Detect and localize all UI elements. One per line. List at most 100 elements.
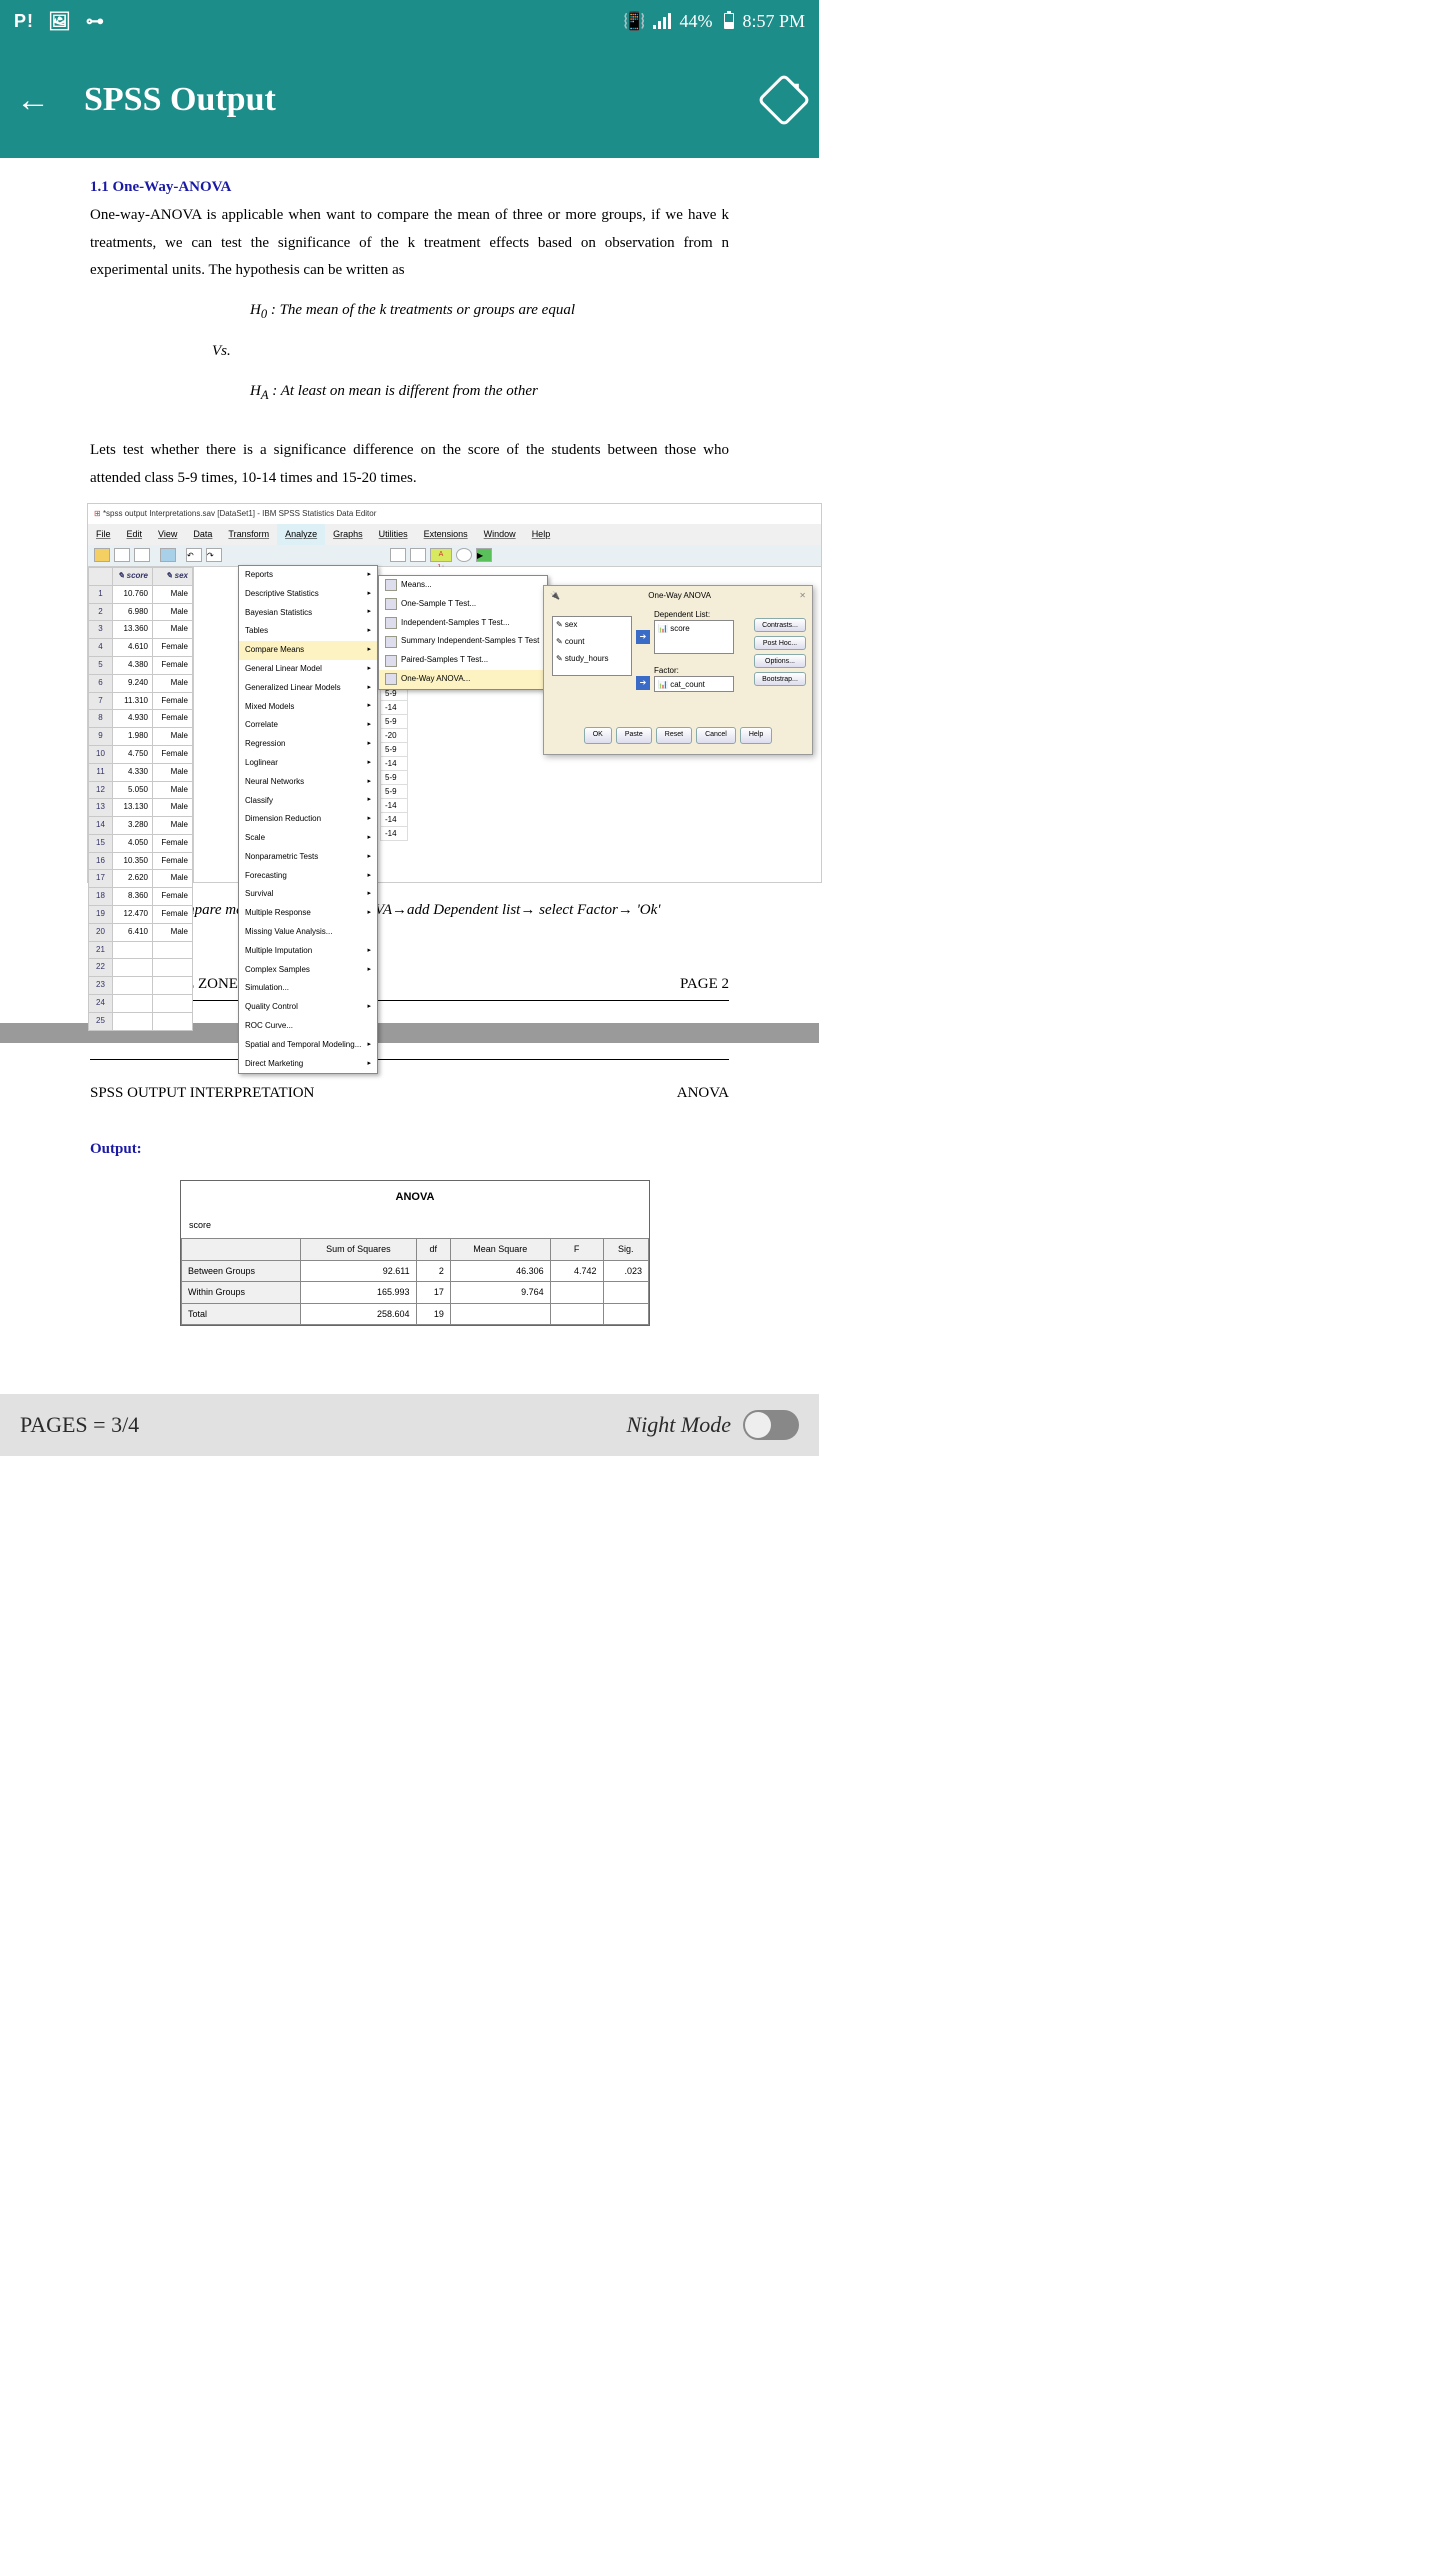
dialog-title: One-Way ANOVA✕	[544, 586, 812, 607]
amenu-item[interactable]: Simulation...	[239, 979, 377, 998]
night-mode-group: Night Mode	[627, 1410, 800, 1440]
dialog-bottom-buttons: OKPasteResetCancelHelp	[544, 727, 812, 744]
footer-right: PAGE 2	[680, 971, 729, 999]
page2-header: SPSS OUTPUT INTERPRETATIONANOVA	[90, 1080, 729, 1108]
back-button[interactable]: ←	[16, 81, 50, 120]
amenu-item[interactable]: Regression	[239, 735, 377, 754]
amenu-item[interactable]: Direct Marketing	[239, 1055, 377, 1074]
hypothesis-h0: H0 : The mean of the k treatments or gro…	[250, 297, 729, 326]
hypothesis-vs: Vs.	[212, 338, 729, 366]
anova-table: ANOVA score Sum of SquaresdfMean SquareF…	[180, 1180, 650, 1327]
night-mode-toggle[interactable]	[743, 1410, 799, 1440]
move-to-dep-button[interactable]: ➔	[636, 630, 650, 644]
menu-utilities[interactable]: Utilities	[371, 524, 416, 545]
battery-pct: 44%	[679, 11, 712, 32]
output-heading: Output:	[90, 1136, 729, 1164]
amenu-item[interactable]: Survival	[239, 885, 377, 904]
amenu-item[interactable]: Reports	[239, 566, 377, 585]
amenu-item[interactable]: Multiple Imputation	[239, 942, 377, 961]
app-bar: ← SPSS Output	[0, 42, 819, 158]
submenu-item[interactable]: One-Way ANOVA...	[379, 670, 547, 689]
submenu-item[interactable]: Summary Independent-Samples T Test	[379, 632, 547, 651]
ok-button[interactable]: OK	[584, 727, 612, 744]
amenu-item[interactable]: Complex Samples	[239, 961, 377, 980]
spss-body: ✎ score✎ sex110.760Male26.980Male313.360…	[88, 567, 821, 882]
variable-list[interactable]: ✎ sex✎ count✎ study_hours	[552, 616, 632, 676]
battery-icon	[724, 13, 734, 29]
options-button[interactable]: Options...	[754, 654, 806, 668]
reset-button[interactable]: Reset	[656, 727, 692, 744]
amenu-item[interactable]: Spatial and Temporal Modeling...	[239, 1036, 377, 1055]
menu-help[interactable]: Help	[524, 524, 559, 545]
amenu-item[interactable]: Loglinear	[239, 754, 377, 773]
amenu-item[interactable]: Compare Means	[239, 641, 377, 660]
factor-box[interactable]: 📊 cat_count	[654, 676, 734, 692]
menu-analyze[interactable]: Analyze	[277, 524, 325, 545]
menu-data[interactable]: Data	[185, 524, 220, 545]
close-icon[interactable]: ✕	[799, 589, 806, 604]
hypothesis-ha: HA : At least on mean is different from …	[250, 378, 729, 407]
dependent-list-box[interactable]: 📊 score	[654, 620, 734, 654]
amenu-item[interactable]: Dimension Reduction	[239, 810, 377, 829]
amenu-item[interactable]: Mixed Models	[239, 698, 377, 717]
menu-view[interactable]: View	[150, 524, 185, 545]
help-button[interactable]: Help	[740, 727, 772, 744]
p-icon: P!	[14, 11, 34, 32]
spss-toolbar: ↶↷ A1↓ ▶	[88, 545, 821, 567]
analyze-menu: ReportsDescriptive StatisticsBayesian St…	[238, 565, 378, 1075]
menu-extensions[interactable]: Extensions	[416, 524, 476, 545]
amenu-item[interactable]: General Linear Model	[239, 660, 377, 679]
amenu-item[interactable]: Multiple Response	[239, 904, 377, 923]
navigation-path: Analyze→ Compare means →Onw-way-ANOVA→ad…	[100, 897, 729, 925]
paragraph-2: Lets test whether there is a significanc…	[90, 437, 729, 493]
signal-icon	[653, 13, 671, 29]
move-to-factor-button[interactable]: ➔	[636, 676, 650, 690]
amenu-item[interactable]: Nonparametric Tests	[239, 848, 377, 867]
spss-data-grid: ✎ score✎ sex110.760Male26.980Male313.360…	[88, 567, 194, 882]
amenu-item[interactable]: ROC Curve...	[239, 1017, 377, 1036]
menu-graphs[interactable]: Graphs	[325, 524, 371, 545]
spss-window-title: *spss output Interpretations.sav [DataSe…	[88, 504, 821, 525]
menu-window[interactable]: Window	[476, 524, 524, 545]
amenu-item[interactable]: Bayesian Statistics	[239, 604, 377, 623]
clock: 8:57 PM	[742, 11, 805, 32]
amenu-item[interactable]: Classify	[239, 792, 377, 811]
vibrate-icon: 📳	[623, 11, 645, 32]
section-heading: 1.1 One-Way-ANOVA	[90, 174, 729, 202]
menu-edit[interactable]: Edit	[119, 524, 151, 545]
spss-menubar: FileEditViewDataTransformAnalyzeGraphsUt…	[88, 524, 821, 545]
menu-transform[interactable]: Transform	[220, 524, 277, 545]
menu-file[interactable]: File	[88, 524, 119, 545]
status-left: P! 🖼 ⊶	[14, 11, 105, 32]
submenu-item[interactable]: Paired-Samples T Test...	[379, 651, 547, 670]
amenu-item[interactable]: Tables	[239, 622, 377, 641]
amenu-item[interactable]: Scale	[239, 829, 377, 848]
submenu-item[interactable]: Independent-Samples T Test...	[379, 614, 547, 633]
amenu-item[interactable]: Forecasting	[239, 867, 377, 886]
bottom-bar: PAGES = 3/4 Night Mode	[0, 1394, 819, 1456]
cancel-button[interactable]: Cancel	[696, 727, 736, 744]
amenu-item[interactable]: Descriptive Statistics	[239, 585, 377, 604]
key-icon: ⊶	[86, 11, 105, 32]
status-bar: P! 🖼 ⊶ 📳 44% 8:57 PM	[0, 0, 819, 42]
submenu-item[interactable]: Means...	[379, 576, 547, 595]
compare-means-submenu: Means...One-Sample T Test...Independent-…	[378, 575, 548, 690]
amenu-item[interactable]: Missing Value Analysis...	[239, 923, 377, 942]
document-page: 1.1 One-Way-ANOVA One-way-ANOVA is appli…	[0, 158, 819, 1326]
submenu-item[interactable]: One-Sample T Test...	[379, 595, 547, 614]
paste-button[interactable]: Paste	[616, 727, 652, 744]
night-mode-label: Night Mode	[627, 1412, 732, 1438]
image-icon: 🖼	[48, 11, 72, 32]
status-right: 📳 44% 8:57 PM	[623, 11, 805, 32]
anova-title: ANOVA	[181, 1181, 649, 1217]
amenu-item[interactable]: Neural Networks	[239, 773, 377, 792]
rotate-icon[interactable]	[757, 73, 811, 127]
amenu-item[interactable]: Correlate	[239, 716, 377, 735]
amenu-item[interactable]: Quality Control	[239, 998, 377, 1017]
oneway-anova-dialog: One-Way ANOVA✕ ✎ sex✎ count✎ study_hours…	[543, 585, 813, 755]
contrasts-button[interactable]: Contrasts...	[754, 618, 806, 632]
amenu-item[interactable]: Generalized Linear Models	[239, 679, 377, 698]
paragraph-1: One-way-ANOVA is applicable when want to…	[90, 202, 729, 285]
bootstrap-button[interactable]: Bootstrap...	[754, 672, 806, 686]
posthoc-button[interactable]: Post Hoc...	[754, 636, 806, 650]
